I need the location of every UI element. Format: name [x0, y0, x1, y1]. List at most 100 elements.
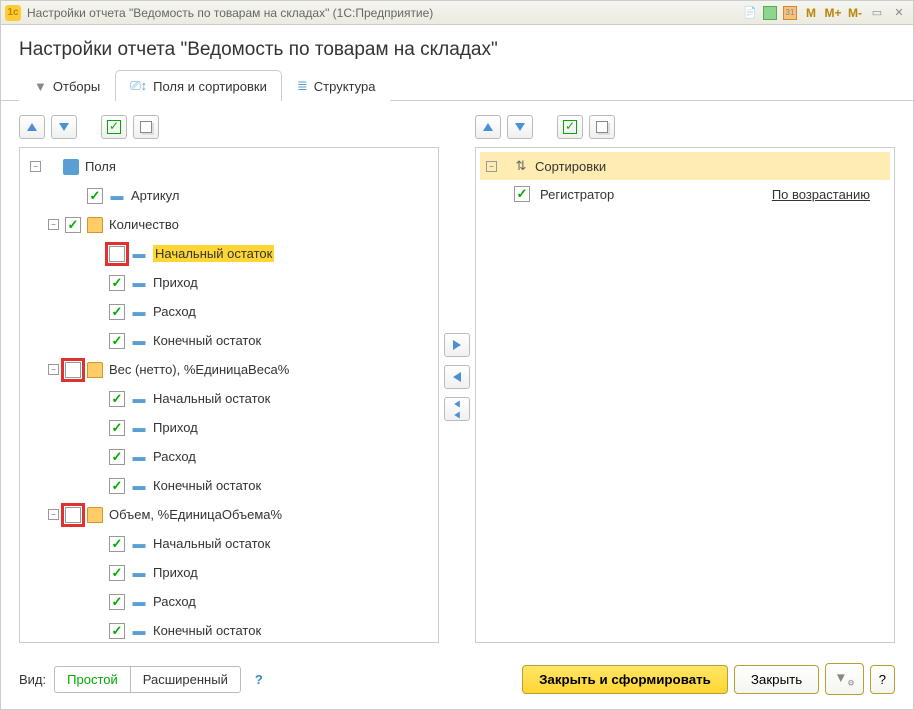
field-row[interactable]: ▬Конечный остаток [24, 616, 434, 643]
mode-simple[interactable]: Простой [54, 666, 130, 693]
arrow-up-icon [27, 123, 37, 131]
field-checkbox[interactable] [65, 217, 81, 233]
field-checkbox[interactable] [109, 246, 125, 262]
field-row[interactable]: − Количество [24, 210, 434, 239]
field-label: Вес (нетто), %ЕдиницаВеса% [109, 362, 289, 377]
copy-icon [140, 121, 152, 133]
field-checkbox[interactable] [65, 507, 81, 523]
collapse-icon[interactable]: − [30, 161, 41, 172]
sort-move-up-button[interactable] [475, 115, 501, 139]
field-checkbox[interactable] [109, 304, 125, 320]
move-down-button[interactable] [51, 115, 77, 139]
field-checkbox[interactable] [109, 565, 125, 581]
field-row[interactable]: ▬Расход [24, 297, 434, 326]
sort-check-all-button[interactable] [557, 115, 583, 139]
fields-toolbar [19, 111, 439, 147]
collapse-icon[interactable]: − [486, 161, 497, 172]
close-button[interactable]: ✕ [889, 4, 909, 22]
field-row[interactable]: ▬Конечный остаток [24, 326, 434, 355]
field-row[interactable]: −Объем, %ЕдиницаОбъема% [24, 500, 434, 529]
field-icon: ▬ [131, 536, 147, 552]
sort-direction-link[interactable]: По возрастанию [772, 187, 870, 202]
collapse-icon[interactable]: − [48, 219, 59, 230]
field-checkbox[interactable] [109, 478, 125, 494]
field-row[interactable]: ▬Начальный остаток [24, 529, 434, 558]
calendar-icon-1[interactable] [761, 4, 779, 22]
field-checkbox[interactable] [109, 391, 125, 407]
tab-structure[interactable]: ≣ Структура [282, 70, 391, 101]
field-row[interactable]: ▬ Расход [24, 442, 434, 471]
close-and-form-button[interactable]: Закрыть и сформировать [522, 665, 728, 694]
m-minus-button[interactable]: M- [845, 4, 865, 22]
field-checkbox[interactable] [109, 594, 125, 610]
field-row[interactable]: − Вес (нетто), %ЕдиницаВеса% [24, 355, 434, 384]
field-row[interactable]: ▬Приход [24, 268, 434, 297]
field-row[interactable]: ▬Артикул [24, 181, 434, 210]
field-row[interactable]: ▬Приход [24, 558, 434, 587]
move-up-button[interactable] [19, 115, 45, 139]
field-label: Начальный остаток [153, 391, 270, 406]
tab-filters[interactable]: ▼ Отборы [19, 70, 115, 101]
sort-box[interactable]: − ⇅ Сортировки Регистратор По возрастани… [475, 147, 895, 643]
field-checkbox[interactable] [65, 362, 81, 378]
field-row[interactable]: ▬Приход [24, 413, 434, 442]
field-checkbox[interactable] [87, 188, 103, 204]
folder-icon [87, 507, 103, 523]
remove-from-sort-button[interactable] [444, 365, 470, 389]
app-icon: 1c [5, 5, 21, 21]
toolbar-doc-icon[interactable]: 📄 [741, 4, 759, 22]
page-header: Настройки отчета "Ведомость по товарам н… [1, 25, 913, 69]
field-label: Количество [109, 217, 179, 232]
sort-move-down-button[interactable] [507, 115, 533, 139]
field-row[interactable]: ▬Начальный остаток [24, 239, 434, 268]
help-button[interactable]: ? [249, 672, 269, 687]
field-row[interactable]: ▬Расход [24, 587, 434, 616]
calendar-icon-2[interactable]: 31 [781, 4, 799, 22]
close-button-footer[interactable]: Закрыть [734, 665, 819, 694]
field-label: Приход [153, 275, 198, 290]
sort-copy-button[interactable] [589, 115, 615, 139]
field-checkbox[interactable] [109, 275, 125, 291]
minimize-button[interactable]: ▭ [867, 4, 887, 22]
field-icon: ▬ [131, 449, 147, 465]
filter-settings-button[interactable]: ▼⚙ [825, 663, 863, 695]
field-checkbox[interactable] [109, 623, 125, 639]
collapse-icon[interactable]: − [48, 364, 59, 375]
field-label: Приход [153, 565, 198, 580]
folder-icon [87, 362, 103, 378]
check-all-button[interactable] [101, 115, 127, 139]
field-checkbox[interactable] [109, 536, 125, 552]
arrow-down-icon [515, 123, 525, 131]
m-button[interactable]: M [801, 4, 821, 22]
collapse-icon[interactable]: − [48, 509, 59, 520]
add-to-sort-button[interactable] [444, 333, 470, 357]
settings-window: 1c Настройки отчета "Ведомость по товара… [0, 0, 914, 710]
m-plus-button[interactable]: M+ [823, 4, 843, 22]
field-icon: ▬ [131, 594, 147, 610]
tab-fields-sort[interactable]: ⎚↕ Поля и сортировки [115, 70, 282, 101]
field-checkbox[interactable] [109, 420, 125, 436]
field-row[interactable]: ▬Начальный остаток [24, 384, 434, 413]
mode-advanced[interactable]: Расширенный [130, 666, 241, 693]
copy-button[interactable] [133, 115, 159, 139]
field-checkbox[interactable] [109, 333, 125, 349]
field-checkbox[interactable] [109, 449, 125, 465]
field-label: Расход [153, 304, 196, 319]
help-button-footer[interactable]: ? [870, 665, 895, 694]
remove-all-button[interactable] [444, 397, 470, 421]
content-area: − Поля ▬Артикул−Количество▬Начальный ост… [1, 101, 913, 653]
field-label: Расход [153, 449, 196, 464]
fields-root[interactable]: − Поля [24, 152, 434, 181]
fields-root-icon [63, 159, 79, 175]
sort-header[interactable]: − ⇅ Сортировки [480, 152, 890, 180]
field-row[interactable]: ▬Конечный остаток [24, 471, 434, 500]
check-all-icon [107, 120, 121, 134]
sort-checkbox[interactable] [514, 186, 530, 202]
field-label: Начальный остаток [153, 245, 274, 262]
sort-toolbar [475, 111, 895, 147]
sort-item-registrator[interactable]: Регистратор По возрастанию [480, 180, 890, 208]
field-label: Конечный остаток [153, 623, 261, 638]
transfer-buttons [439, 111, 475, 643]
fields-tree-box[interactable]: − Поля ▬Артикул−Количество▬Начальный ост… [19, 147, 439, 643]
copy-icon [596, 121, 608, 133]
